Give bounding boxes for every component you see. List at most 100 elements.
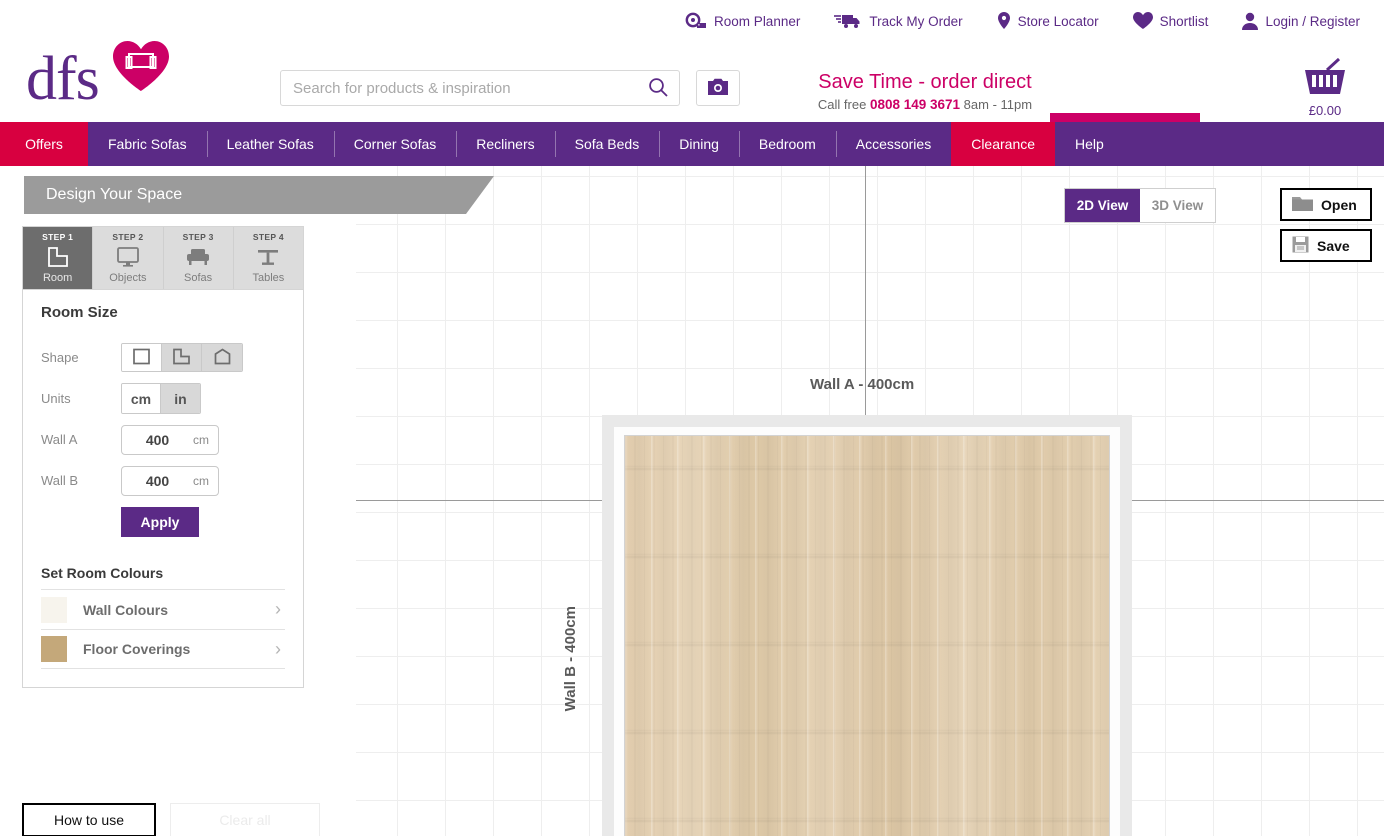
nav-item-dining[interactable]: Dining [659, 122, 739, 166]
shape-selector [121, 343, 243, 372]
step-tab-room[interactable]: STEP 1 Room [23, 227, 93, 289]
clear-all-button: Clear all [170, 803, 320, 836]
utility-label: Login / Register [1265, 14, 1360, 29]
step-tab-objects[interactable]: STEP 2 Objects [93, 227, 163, 289]
shape-option-square[interactable] [122, 344, 162, 371]
room-size-title: Room Size [41, 304, 285, 321]
step-number: STEP 4 [253, 232, 284, 242]
basket-icon [1301, 58, 1349, 101]
nav-item-fabric-sofas[interactable]: Fabric Sofas [88, 122, 207, 166]
save-button[interactable]: Save [1280, 229, 1372, 262]
design-your-space-banner: Design Your Space [24, 176, 494, 214]
set-room-colours-title: Set Room Colours [41, 565, 285, 581]
basket[interactable]: £0.00 [1290, 58, 1360, 118]
step-number: STEP 1 [42, 232, 73, 242]
step-label: Objects [109, 272, 146, 284]
step-tab-sofas[interactable]: STEP 3 Sofas [164, 227, 234, 289]
shape-row: Shape [41, 337, 285, 378]
units-row: Units cm in [41, 378, 285, 419]
nav-item-sofa-beds[interactable]: Sofa Beds [555, 122, 660, 166]
wall-a-input[interactable] [122, 432, 193, 448]
view-2d-button[interactable]: 2D View [1065, 189, 1140, 222]
planner-sidebar: STEP 1 Room STEP 2 Objects [22, 226, 304, 836]
room-shape-icon [48, 246, 68, 268]
user-icon [1242, 12, 1258, 30]
utility-label: Room Planner [714, 14, 800, 29]
utility-label: Shortlist [1160, 14, 1209, 29]
wall-b-field[interactable]: cm [121, 466, 219, 496]
open-button[interactable]: Open [1280, 188, 1372, 221]
units-option-in[interactable]: in [161, 384, 200, 413]
pentagon-room-icon [213, 348, 232, 368]
map-pin-icon [997, 12, 1011, 30]
shape-label: Shape [41, 350, 121, 365]
truck-icon [834, 12, 862, 30]
open-label: Open [1321, 197, 1357, 213]
how-to-use-button[interactable]: How to use [22, 803, 156, 836]
wall-b-unit: cm [193, 474, 218, 488]
basket-total: £0.00 [1309, 103, 1342, 118]
shape-option-pentagon[interactable] [202, 344, 242, 371]
search-button[interactable] [637, 71, 679, 105]
step-tab-tables[interactable]: STEP 4 Tables [234, 227, 303, 289]
utility-item-room-planner[interactable]: Room Planner [685, 12, 800, 30]
heart-icon [1133, 12, 1153, 30]
nav-item-leather-sofas[interactable]: Leather Sofas [207, 122, 334, 166]
visual-search-button[interactable] [696, 70, 740, 106]
search-input[interactable] [281, 71, 637, 105]
search-icon [648, 77, 668, 100]
phone-number[interactable]: 0808 149 3671 [870, 97, 960, 112]
nav-item-help[interactable]: Help [1055, 122, 1124, 166]
step-number: STEP 3 [183, 232, 214, 242]
call-hours: 8am - 11pm [964, 97, 1032, 112]
units-label: Units [41, 391, 121, 406]
site-header: dfs Save Time - order direct Call free 0… [0, 42, 1384, 122]
wall-a-unit: cm [193, 433, 218, 447]
wall-a-label: Wall A [41, 432, 121, 447]
apply-button[interactable]: Apply [121, 507, 199, 537]
utility-item-shortlist[interactable]: Shortlist [1133, 12, 1209, 30]
folder-icon [1292, 195, 1313, 215]
search-bar[interactable] [280, 70, 680, 106]
wall-a-row: Wall A cm [41, 419, 285, 460]
utility-item-track-my-order[interactable]: Track My Order [834, 12, 962, 30]
save-label: Save [1317, 238, 1350, 254]
step-label: Room [43, 272, 72, 284]
wall-b-input[interactable] [122, 473, 193, 489]
room-planner-page: Room Planner Track My Order Store Locato… [0, 0, 1384, 836]
l-shape-room-icon [172, 348, 191, 368]
dfs-logo[interactable]: dfs [26, 28, 176, 118]
shape-option-l-shape[interactable] [162, 344, 202, 371]
utility-label: Track My Order [869, 14, 962, 29]
nav-item-recliners[interactable]: Recliners [456, 122, 554, 166]
utility-item-login-register[interactable]: Login / Register [1242, 12, 1360, 30]
floppy-disk-icon [1292, 236, 1309, 256]
units-selector: cm in [121, 383, 201, 414]
view-3d-button[interactable]: 3D View [1140, 189, 1215, 222]
utility-item-store-locator[interactable]: Store Locator [997, 12, 1099, 30]
colour-label: Wall Colours [83, 602, 275, 618]
room-shape[interactable] [602, 415, 1132, 836]
utility-nav: Room Planner Track My Order Store Locato… [0, 0, 1384, 42]
sidebar-bottom-buttons: How to use Clear all [22, 803, 320, 836]
nav-item-accessories[interactable]: Accessories [836, 122, 951, 166]
nav-item-bedroom[interactable]: Bedroom [739, 122, 836, 166]
canvas-wall-a-label: Wall A - 400cm [810, 376, 914, 393]
wall-a-field[interactable]: cm [121, 425, 219, 455]
colour-row-floor-coverings[interactable]: Floor Coverings › [41, 629, 285, 669]
room-floor-texture[interactable] [624, 435, 1110, 836]
units-option-cm[interactable]: cm [122, 384, 161, 413]
nav-item-clearance[interactable]: Clearance [951, 122, 1055, 166]
colour-label: Floor Coverings [83, 641, 275, 657]
planner-canvas[interactable]: Wall A - 400cm Wall B - 400cm Design You… [0, 166, 1384, 836]
wall-b-row: Wall B cm [41, 460, 285, 501]
logo-wordmark: dfs [26, 48, 99, 110]
view-mode-toggle: 2D View 3D View [1064, 188, 1216, 223]
nav-item-corner-sofas[interactable]: Corner Sofas [334, 122, 456, 166]
colour-row-wall-colours[interactable]: Wall Colours › [41, 589, 285, 629]
nav-item-offers[interactable]: Offers [0, 122, 88, 166]
table-icon [257, 246, 279, 268]
room-panel-body: Room Size Shape [23, 290, 303, 687]
utility-label: Store Locator [1018, 14, 1099, 29]
room-panel: STEP 1 Room STEP 2 Objects [22, 226, 304, 688]
